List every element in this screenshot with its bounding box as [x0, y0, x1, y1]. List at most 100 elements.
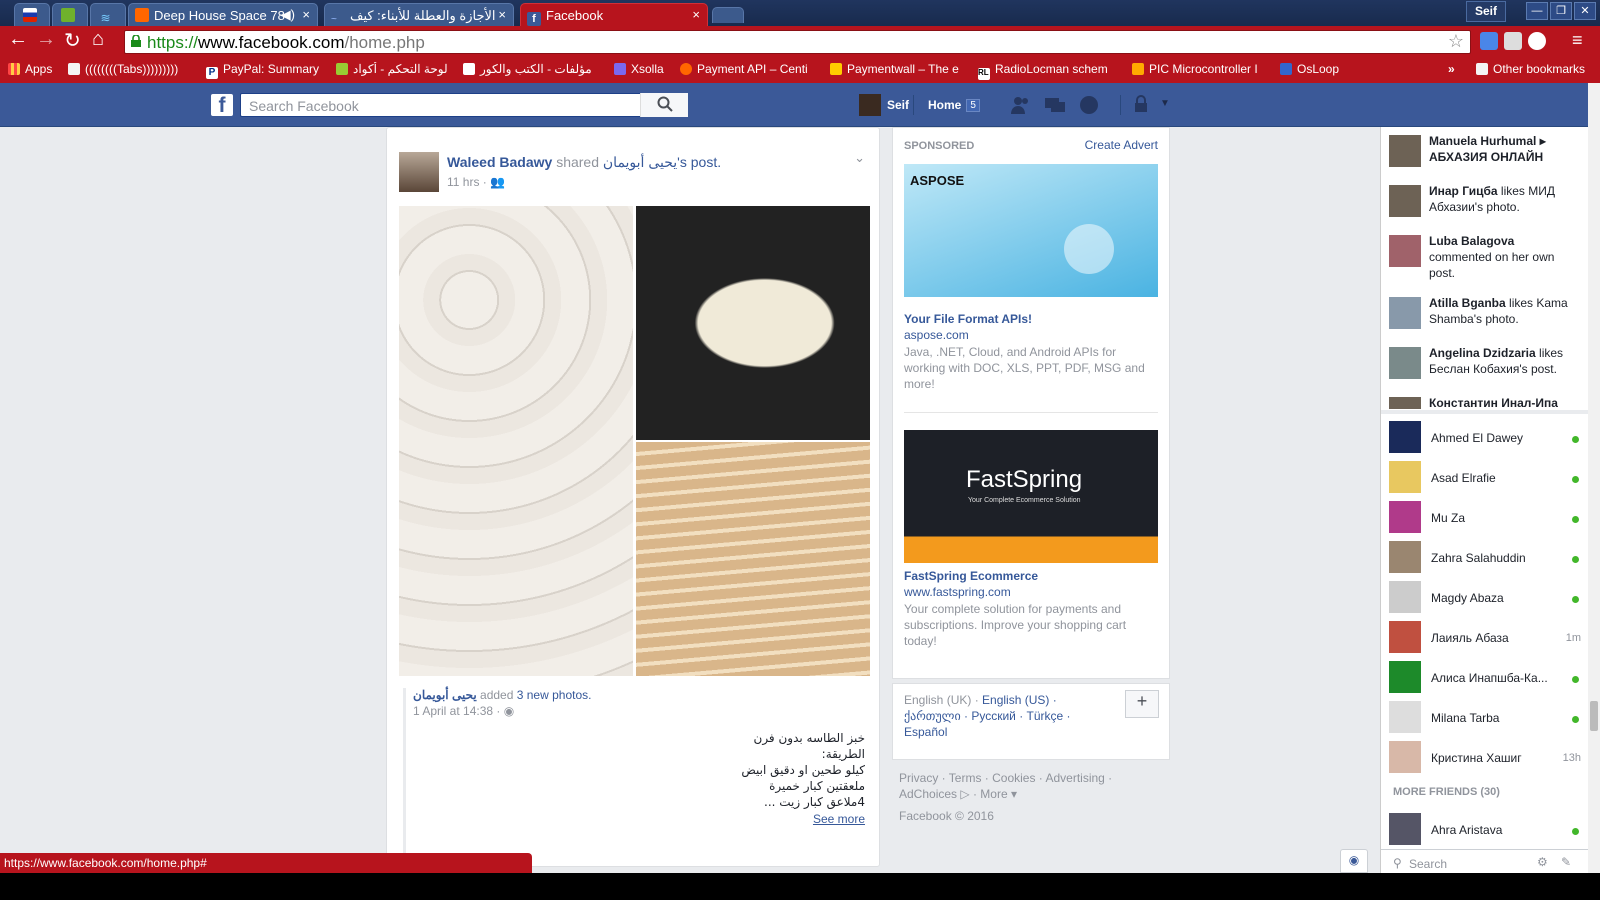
- create-advert-link[interactable]: Create Advert: [1085, 138, 1158, 152]
- ad2-title[interactable]: FastSpring Ecommerce: [904, 569, 1038, 583]
- bookmark-apps[interactable]: Apps: [8, 62, 52, 76]
- aspose-ad-image[interactable]: ASPOSE: [904, 164, 1158, 297]
- globe-notifications-tab[interactable]: ◉: [1340, 849, 1368, 873]
- post-link[interactable]: post.: [691, 154, 721, 170]
- bookmark-paymentwall[interactable]: Paymentwall – The e: [830, 62, 966, 76]
- fastspring-ad-image[interactable]: FastSpring Your Complete Ecommerce Solut…: [904, 430, 1158, 563]
- chat-contact[interactable]: Milana Tarba: [1389, 701, 1585, 739]
- photo-stacked-bread[interactable]: [636, 442, 870, 676]
- privacy-shortcuts-icon[interactable]: [1132, 95, 1154, 115]
- ticker-item[interactable]: Константин Инал-Ипа: [1389, 397, 1579, 409]
- lang-ru[interactable]: Русский ·: [971, 709, 1023, 723]
- chat-contact[interactable]: Кристина Хашиг 13h: [1389, 741, 1585, 779]
- author-avatar[interactable]: [399, 152, 439, 192]
- tab-arabic-article[interactable]: ~ الأجازة والعطلة للأبناء: كيف ×: [324, 3, 514, 26]
- taskbar: [0, 873, 1600, 900]
- account-menu-icon[interactable]: ▼: [1160, 98, 1170, 109]
- bookmark-books[interactable]: مؤلفات - الكتب والكور: [463, 62, 603, 76]
- extension-globe-icon[interactable]: [1528, 32, 1546, 50]
- menu-icon[interactable]: ≡: [1572, 30, 1583, 51]
- more-link[interactable]: · More ▾: [973, 787, 1017, 801]
- bookmark-payment-api[interactable]: Payment API – Centi: [680, 62, 816, 76]
- bookmark-overflow[interactable]: »: [1448, 62, 1455, 76]
- see-more-link[interactable]: See more: [813, 812, 865, 826]
- footer-links-text[interactable]: Privacy · Terms · Cookies · Advertising …: [899, 771, 1112, 785]
- bookmark-paypal[interactable]: P PayPal: Summary: [206, 62, 328, 79]
- flag-icon: [22, 8, 37, 22]
- reload-icon[interactable]: ↻: [64, 28, 81, 53]
- bookmark-control-panel[interactable]: لوحة التحكم - أكواد: [336, 62, 460, 76]
- chat-contact[interactable]: Asad Elrafie: [1389, 461, 1585, 499]
- pinned-tab-2[interactable]: [52, 3, 88, 26]
- ad1-domain[interactable]: aspose.com: [904, 328, 969, 342]
- maximize-button[interactable]: ❐: [1550, 2, 1572, 20]
- online-dot-icon: [1572, 556, 1579, 563]
- chat-contact[interactable]: Алиса Инапшба-Ка...: [1389, 661, 1585, 699]
- extension-box-icon[interactable]: [1504, 32, 1522, 50]
- friend-requests-icon[interactable]: [1010, 95, 1032, 115]
- page-scrollbar[interactable]: [1588, 83, 1600, 873]
- star-icon[interactable]: ☆: [1448, 31, 1464, 52]
- new-photos-link[interactable]: 3 new photos.: [517, 688, 592, 702]
- profile-button[interactable]: Seif: [1465, 1, 1506, 22]
- author-link[interactable]: Waleed Badawy: [447, 154, 552, 170]
- minimize-button[interactable]: —: [1526, 2, 1548, 20]
- photo-dough[interactable]: [399, 206, 633, 676]
- chat-search-input[interactable]: Search: [1409, 857, 1447, 871]
- soundcloud-icon: [135, 8, 149, 22]
- avatar: [1389, 621, 1421, 653]
- pinned-tab-3[interactable]: ≋: [90, 3, 126, 26]
- tab-facebook[interactable]: f Facebook ×: [520, 3, 708, 26]
- close-tab-icon[interactable]: ×: [692, 7, 700, 22]
- chat-contact[interactable]: Mu Za: [1389, 501, 1585, 539]
- bookmark-other[interactable]: Other bookmarks: [1476, 62, 1585, 76]
- ad2-domain[interactable]: www.fastspring.com: [904, 585, 1011, 599]
- owner-link[interactable]: يحيى أبويمان's: [603, 154, 687, 170]
- forward-icon[interactable]: →: [36, 28, 56, 51]
- ticker-resize-handle[interactable]: [1381, 410, 1589, 414]
- ad1-title[interactable]: Your File Format APIs!: [904, 312, 1032, 326]
- back-icon[interactable]: ←: [8, 28, 28, 51]
- bookmark-pic[interactable]: PIC Microcontroller I: [1132, 62, 1272, 76]
- bookmark-xsolla[interactable]: Xsolla: [614, 62, 674, 76]
- chat-contact[interactable]: Ahmed El Dawey: [1389, 421, 1585, 459]
- lang-en-us[interactable]: English (US) ·: [982, 693, 1057, 707]
- tab-deep-house[interactable]: Deep House Space 78 ◀) ×: [128, 3, 318, 26]
- search-button[interactable]: [640, 93, 688, 117]
- profile-link[interactable]: Seif: [859, 94, 909, 116]
- notifications-globe-icon[interactable]: [1078, 95, 1100, 115]
- chat-contact[interactable]: Magdy Abaza: [1389, 581, 1585, 619]
- lang-es[interactable]: Español: [904, 725, 947, 739]
- chat-contact[interactable]: Лаияль Абаза 1m: [1389, 621, 1585, 659]
- bookmark-tabs-folder[interactable]: ((((((((Tabs))))))))): [68, 62, 192, 76]
- avatar: [1389, 661, 1421, 693]
- lang-ka[interactable]: ქართული ·: [904, 709, 968, 723]
- photo-pan-bread[interactable]: [636, 206, 870, 440]
- new-tab-button[interactable]: [712, 7, 744, 23]
- post-options-chevron-icon[interactable]: ⌄: [854, 150, 865, 166]
- address-bar[interactable]: https://www.facebook.com/home.php ☆: [124, 30, 1471, 54]
- inner-author-link[interactable]: يحيى أبويمان: [413, 688, 477, 702]
- add-language-button[interactable]: +: [1125, 690, 1159, 718]
- chat-contact[interactable]: Zahra Salahuddin: [1389, 541, 1585, 579]
- scrollbar-thumb[interactable]: [1590, 701, 1598, 731]
- messages-icon[interactable]: [1044, 95, 1066, 115]
- bookmark-radiolocman[interactable]: RL RadioLocman schem: [978, 62, 1114, 80]
- chat-contact[interactable]: Ahra Aristava: [1389, 813, 1585, 851]
- adchoices-link[interactable]: AdChoices: [899, 787, 957, 801]
- pinned-tab-1[interactable]: [14, 3, 50, 26]
- facebook-logo-icon[interactable]: f: [211, 94, 233, 117]
- close-tab-icon[interactable]: ×: [498, 7, 506, 22]
- translate-icon[interactable]: [1480, 32, 1498, 50]
- online-dot-icon: [1572, 828, 1579, 835]
- bookmark-osloop[interactable]: OsLoop: [1280, 62, 1416, 76]
- search-input[interactable]: Search Facebook: [240, 93, 688, 117]
- close-window-button[interactable]: ✕: [1574, 2, 1596, 20]
- home-icon[interactable]: ⌂: [92, 28, 104, 51]
- search-icon: ⚲: [1393, 856, 1402, 870]
- home-link[interactable]: Home 5: [928, 98, 980, 112]
- new-message-icon[interactable]: ✎: [1561, 855, 1571, 869]
- lang-tr[interactable]: Türkçe ·: [1027, 709, 1071, 723]
- chat-settings-gear-icon[interactable]: ⚙: [1537, 855, 1548, 869]
- close-tab-icon[interactable]: ×: [302, 7, 310, 22]
